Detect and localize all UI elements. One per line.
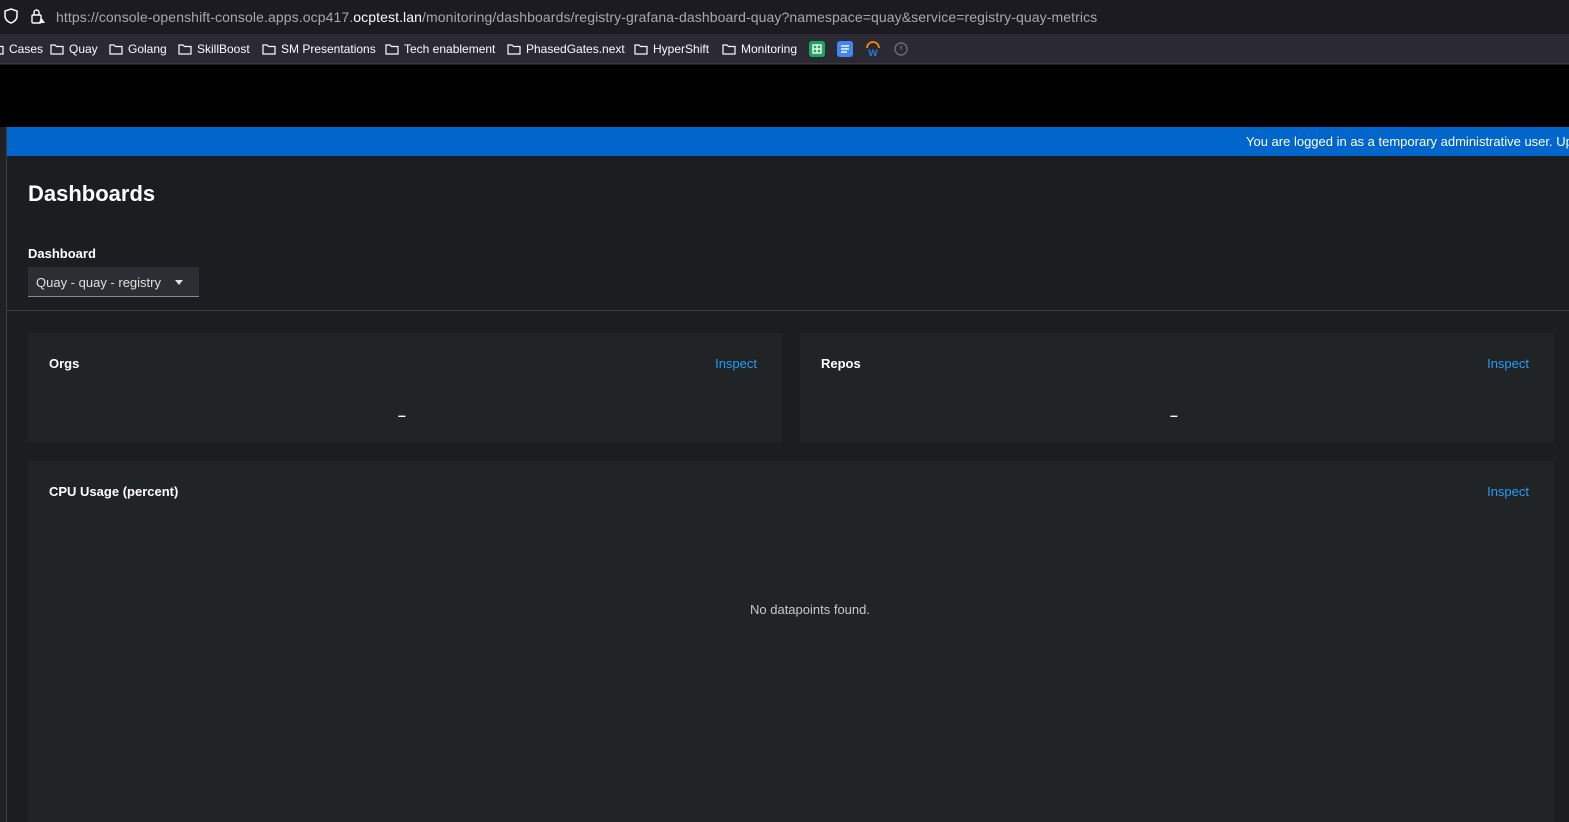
shield-icon[interactable] (4, 8, 18, 29)
orgs-value: – (398, 407, 406, 423)
dashboard-select[interactable]: Quay - quay - registry (28, 267, 199, 297)
bookmark-label: SM Presentations (281, 42, 376, 56)
folder-icon (109, 44, 123, 55)
no-datapoints-message: No datapoints found. (750, 602, 870, 617)
caret-down-icon (175, 280, 183, 285)
bookmark-label: Golang (128, 42, 167, 56)
browser-url-bar[interactable]: https://console-openshift-console.apps.o… (0, 0, 1569, 34)
bookmark-label: Quay (69, 42, 98, 56)
bookmark-quay[interactable]: Quay (50, 42, 98, 56)
bookmark-label: PhasedGates.next (526, 42, 625, 56)
repos-inspect-link[interactable]: Inspect (1487, 356, 1529, 371)
folder-icon (0, 45, 4, 55)
main-content: Dashboards Dashboard Quay - quay - regis… (7, 156, 1569, 822)
history-icon[interactable] (893, 41, 909, 57)
orgs-inspect-link[interactable]: Inspect (715, 356, 757, 371)
folder-icon (722, 44, 736, 55)
bookmark-label: Cases (9, 42, 44, 56)
google-docs-icon[interactable] (837, 41, 853, 57)
orgs-card-title: Orgs (49, 356, 80, 371)
bookmark-label: HyperShift (653, 42, 710, 56)
repos-card: Repos Inspect – (800, 333, 1554, 442)
banner-text: You are logged in as a temporary adminis… (1246, 134, 1569, 149)
bookmark-tech-enablement[interactable]: Tech enablement (385, 42, 495, 56)
header-divider (7, 310, 1569, 311)
bookmark-sm-presentations[interactable]: SM Presentations (262, 42, 376, 56)
sidebar-edge (0, 127, 7, 822)
url-text[interactable]: https://console-openshift-console.apps.o… (56, 9, 1097, 25)
bookmark-golang[interactable]: Golang (109, 42, 167, 56)
google-sheets-icon[interactable] (809, 41, 825, 57)
folder-icon (634, 44, 648, 55)
folder-icon (385, 44, 399, 55)
workday-icon[interactable]: W (865, 41, 881, 59)
repos-value: – (1170, 407, 1178, 423)
url-domain: ocptest.lan (353, 9, 423, 25)
url-prefix: https://console-openshift-console.apps.o… (56, 9, 354, 25)
bookmark-phasedgates[interactable]: PhasedGates.next (507, 42, 625, 56)
svg-text:W: W (868, 49, 878, 57)
dashboard-select-value: Quay - quay - registry (36, 275, 161, 290)
bookmark-cases[interactable]: Cases (0, 42, 43, 56)
cpu-usage-card-title: CPU Usage (percent) (49, 484, 179, 499)
cpu-usage-card: CPU Usage (percent) Inspect No datapoint… (28, 461, 1554, 822)
repos-card-title: Repos (821, 356, 861, 371)
bookmark-monitoring[interactable]: Monitoring (722, 42, 797, 56)
lock-icon[interactable] (30, 8, 46, 29)
bookmark-label: Tech enablement (404, 42, 496, 56)
page-title: Dashboards (28, 181, 156, 206)
bookmark-hypershift[interactable]: HyperShift (634, 42, 709, 56)
bookmark-label: SkillBoost (197, 42, 250, 56)
folder-icon (178, 44, 192, 55)
orgs-card: Orgs Inspect – (28, 333, 782, 442)
bookmarks-bar: Cases Quay Golang SkillBoost SM Presenta… (0, 34, 1569, 64)
folder-icon (507, 44, 521, 55)
cpu-usage-inspect-link[interactable]: Inspect (1487, 484, 1529, 499)
folder-icon (262, 44, 276, 55)
dashboard-label: Dashboard (28, 246, 96, 261)
bookmark-skillboost[interactable]: SkillBoost (178, 42, 250, 56)
bookmark-label: Monitoring (741, 42, 798, 56)
masthead-area (0, 65, 1569, 127)
folder-icon (50, 44, 64, 55)
url-suffix: /monitoring/dashboards/registry-grafana-… (422, 9, 1098, 25)
temporary-admin-banner: You are logged in as a temporary adminis… (7, 127, 1569, 156)
